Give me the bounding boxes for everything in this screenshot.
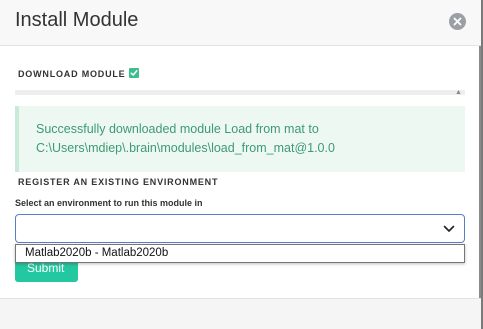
success-alert-message: Successfully downloaded module Load from… [36, 122, 335, 155]
close-button[interactable] [449, 13, 466, 30]
check-icon [129, 68, 139, 78]
download-progress-fill [15, 90, 465, 95]
progress-marker-icon: ▲ [455, 89, 462, 96]
environment-select-label: Select an environment to run this module… [15, 198, 203, 208]
modal-footer [0, 298, 481, 329]
modal-title: Install Module [15, 9, 139, 31]
download-progress-bar [15, 90, 465, 95]
chevron-down-icon [443, 225, 455, 232]
register-environment-label: REGISTER AN EXISTING ENVIRONMENT [18, 177, 219, 187]
environment-dropdown-list: Matlab2020b - Matlab2020b [15, 244, 465, 263]
submit-button-label: Submit [27, 261, 65, 275]
dropdown-option-matlab2020b[interactable]: Matlab2020b - Matlab2020b [16, 245, 464, 262]
success-alert: Successfully downloaded module Load from… [15, 106, 465, 172]
close-circle-icon [453, 17, 462, 26]
install-module-dialog: Install Module DOWNLOAD MODULE ▲ Success… [0, 0, 481, 329]
dropdown-option-label: Matlab2020b - Matlab2020b [25, 247, 169, 259]
download-module-label: DOWNLOAD MODULE [18, 69, 126, 79]
environment-select[interactable] [15, 214, 465, 243]
modal-header: Install Module [0, 0, 481, 46]
